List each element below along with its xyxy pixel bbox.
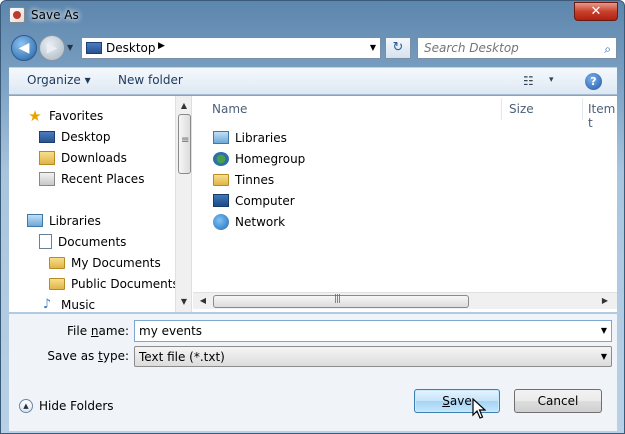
help-button[interactable]: ? bbox=[585, 73, 602, 90]
tree-label: Downloads bbox=[61, 151, 127, 165]
hide-folders-button[interactable]: ▲ Hide Folders bbox=[19, 398, 114, 414]
desktop-icon bbox=[39, 130, 55, 143]
tree-label: Public Documents bbox=[71, 277, 179, 291]
scroll-thumb[interactable] bbox=[178, 114, 191, 174]
tree-label: Libraries bbox=[49, 214, 101, 228]
save-button[interactable]: Save bbox=[414, 389, 500, 413]
scroll-down-icon[interactable]: ▼ bbox=[176, 294, 191, 310]
star-icon: ★ bbox=[28, 106, 42, 125]
documents-icon bbox=[39, 234, 52, 249]
navigation-bar: ◀ ▶ ▼ Desktop ▶ ▼ ↻ ⌕ bbox=[9, 33, 617, 61]
browser-area: ★ Favorites Desktop Downloads Recent Plac… bbox=[9, 96, 617, 312]
tree-label: Documents bbox=[58, 235, 127, 249]
breadcrumb-chevron-icon[interactable]: ▶ bbox=[158, 41, 165, 51]
tree-label: Music bbox=[61, 298, 96, 312]
file-name-field[interactable]: ▼ bbox=[134, 320, 612, 342]
scroll-up-icon[interactable]: ▲ bbox=[176, 98, 191, 114]
navigation-pane[interactable]: ★ Favorites Desktop Downloads Recent Plac… bbox=[9, 96, 192, 312]
list-item[interactable]: Libraries bbox=[213, 129, 287, 147]
app-icon bbox=[9, 7, 25, 23]
new-folder-button[interactable]: New folder bbox=[118, 73, 183, 87]
tree-item-documents[interactable]: Documents bbox=[39, 233, 126, 251]
file-name-dropdown-icon[interactable]: ▼ bbox=[601, 326, 607, 335]
file-list-hscrollbar[interactable]: ◀ ▶ bbox=[193, 292, 617, 309]
desktop-icon bbox=[86, 42, 102, 54]
command-toolbar: Organize ▾ New folder ☷ ▾ ? bbox=[9, 67, 617, 95]
tree-item-public-documents[interactable]: Public Documents bbox=[49, 275, 179, 293]
list-item-label: Libraries bbox=[235, 131, 287, 145]
view-dropdown-icon[interactable]: ▾ bbox=[549, 75, 554, 85]
tree-item-favorites[interactable]: ★ Favorites bbox=[27, 107, 103, 125]
scroll-right-icon[interactable]: ▶ bbox=[597, 293, 613, 309]
list-item-label: Computer bbox=[235, 194, 295, 208]
save-as-type-select[interactable]: Text file (*.txt) ▼ bbox=[134, 346, 612, 367]
list-item-label: Homegroup bbox=[235, 152, 306, 166]
tree-label: Recent Places bbox=[61, 172, 145, 186]
save-as-type-label: Save as type: bbox=[47, 349, 129, 363]
tree-label: Desktop bbox=[61, 130, 111, 144]
music-icon: ♪ bbox=[42, 296, 52, 312]
folder-icon bbox=[49, 256, 65, 269]
address-bar[interactable]: Desktop ▶ ▼ bbox=[81, 37, 381, 59]
view-options-icon[interactable]: ☷ bbox=[523, 74, 534, 88]
tree-label: Favorites bbox=[49, 109, 104, 123]
address-crumb-desktop[interactable]: Desktop bbox=[106, 41, 156, 55]
file-list[interactable]: Name Size Item t Libraries Homegroup Tin… bbox=[193, 96, 617, 312]
tree-item-music[interactable]: ♪ Music bbox=[39, 296, 95, 312]
file-name-label: File name: bbox=[67, 324, 129, 338]
recent-places-icon bbox=[39, 171, 55, 186]
column-divider[interactable] bbox=[501, 98, 502, 120]
close-button[interactable]: ✕ bbox=[574, 2, 618, 21]
list-item[interactable]: Network bbox=[213, 213, 285, 231]
network-icon bbox=[213, 213, 229, 230]
tree-item-libraries[interactable]: Libraries bbox=[27, 212, 101, 230]
save-as-type-value: Text file (*.txt) bbox=[139, 350, 225, 364]
collapse-icon: ▲ bbox=[19, 398, 33, 413]
folder-icon bbox=[213, 173, 229, 186]
homegroup-icon bbox=[213, 151, 229, 166]
list-item-label: Tinnes bbox=[235, 173, 275, 187]
column-header-name[interactable]: Name bbox=[212, 102, 247, 116]
search-box[interactable]: ⌕ bbox=[417, 37, 617, 59]
list-item[interactable]: Homegroup bbox=[213, 150, 305, 168]
forward-button[interactable]: ▶ bbox=[39, 35, 65, 61]
column-header-size[interactable]: Size bbox=[509, 102, 534, 116]
folder-icon bbox=[49, 277, 65, 290]
downloads-folder-icon bbox=[39, 150, 55, 165]
list-item[interactable]: Computer bbox=[213, 192, 295, 210]
tree-item-my-documents[interactable]: My Documents bbox=[49, 254, 161, 272]
search-icon[interactable]: ⌕ bbox=[604, 42, 611, 57]
file-name-input[interactable] bbox=[135, 321, 591, 341]
computer-icon bbox=[213, 194, 229, 207]
scroll-thumb[interactable] bbox=[213, 294, 469, 308]
search-input[interactable] bbox=[418, 38, 594, 58]
list-item[interactable]: Tinnes bbox=[213, 171, 274, 189]
list-item-label: Network bbox=[235, 215, 286, 229]
tree-item-recent-places[interactable]: Recent Places bbox=[39, 170, 144, 188]
hide-folders-label: Hide Folders bbox=[39, 399, 114, 413]
refresh-button[interactable]: ↻ bbox=[385, 37, 411, 59]
libraries-icon bbox=[213, 131, 229, 144]
cancel-button[interactable]: Cancel bbox=[514, 389, 602, 413]
column-divider[interactable] bbox=[582, 98, 583, 120]
save-as-dialog: Save As ✕ ◀ ▶ ▼ Desktop ▶ ▼ ↻ ⌕ Organize… bbox=[0, 0, 625, 434]
scroll-left-icon[interactable]: ◀ bbox=[195, 293, 211, 309]
nav-pane-scrollbar[interactable]: ▲ ▼ bbox=[175, 96, 191, 312]
title-bar[interactable]: Save As ✕ bbox=[1, 1, 624, 31]
chevron-down-icon[interactable]: ▼ bbox=[601, 352, 607, 361]
column-header-item-type[interactable]: Item t bbox=[588, 102, 617, 130]
organize-button[interactable]: Organize ▾ bbox=[27, 73, 91, 87]
save-form: File name: ▼ Save as type: Text file (*.… bbox=[9, 313, 617, 373]
tree-item-downloads[interactable]: Downloads bbox=[39, 149, 127, 167]
tree-item-desktop[interactable]: Desktop bbox=[39, 128, 111, 146]
tree-label: My Documents bbox=[71, 256, 161, 270]
back-button[interactable]: ◀ bbox=[11, 35, 37, 61]
dialog-footer: ▲ Hide Folders Save Cancel bbox=[9, 373, 617, 431]
libraries-icon bbox=[27, 214, 43, 227]
address-dropdown-icon[interactable]: ▼ bbox=[370, 43, 376, 52]
window-title: Save As bbox=[31, 8, 79, 22]
history-dropdown-icon[interactable]: ▼ bbox=[67, 43, 73, 52]
